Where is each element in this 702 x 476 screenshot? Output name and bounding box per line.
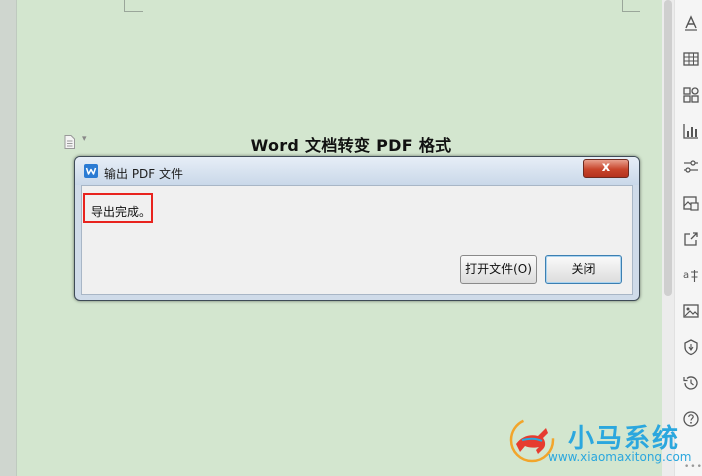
table-icon[interactable] (682, 50, 700, 68)
scrollbar-thumb[interactable] (664, 0, 672, 296)
image-gallery-icon[interactable] (682, 194, 700, 212)
shield-icon[interactable] (682, 338, 700, 356)
picture-icon[interactable] (682, 302, 700, 320)
chart-icon[interactable] (682, 122, 700, 140)
dialog-title: 输出 PDF 文件 (104, 167, 184, 181)
apps-icon[interactable] (682, 86, 700, 104)
translate-icon[interactable]: a (682, 266, 700, 284)
dialog-body: 导出完成。 打开文件(O) 关闭 (81, 185, 633, 295)
export-pdf-dialog: 输出 PDF 文件 x 导出完成。 打开文件(O) 关闭 (74, 156, 640, 301)
svg-text:a: a (683, 270, 689, 281)
margin-corner-top-left-h (125, 11, 143, 12)
left-gutter (0, 0, 17, 476)
status-message: 导出完成。 (91, 205, 152, 219)
help-icon[interactable] (682, 410, 700, 428)
close-icon[interactable]: x (583, 159, 629, 178)
margin-corner-top-right-h (622, 11, 640, 12)
document-title: Word 文档转变 PDF 格式 (250, 136, 452, 155)
share-icon[interactable] (682, 230, 700, 248)
open-file-button[interactable]: 打开文件(O) (460, 255, 537, 284)
history-icon[interactable] (682, 374, 700, 392)
watermark-url: www.xiaomaxitong.com (548, 450, 692, 464)
style-icon[interactable] (682, 14, 700, 32)
wps-app-icon (84, 164, 98, 178)
settings-sliders-icon[interactable] (682, 158, 700, 176)
close-button[interactable]: 关闭 (545, 255, 622, 284)
